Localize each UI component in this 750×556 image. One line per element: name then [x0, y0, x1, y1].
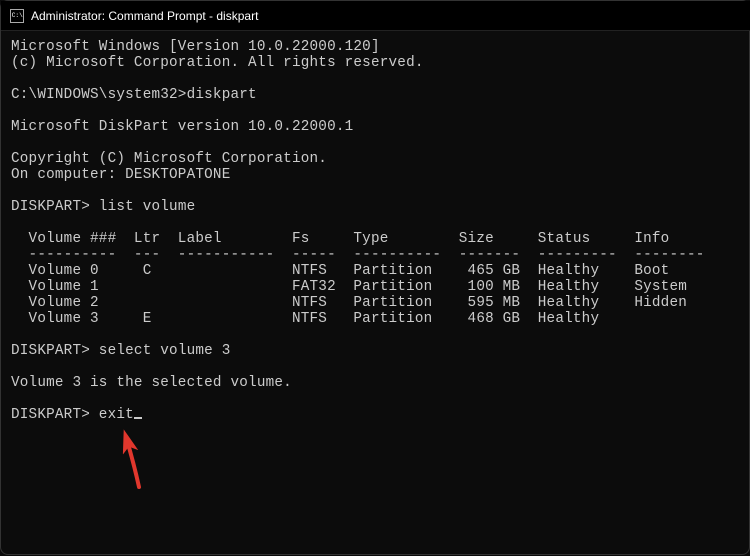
annotation-arrow	[106, 429, 156, 499]
diskpart-prompt: DISKPART>	[11, 407, 99, 423]
prompt-line: C:\WINDOWS\system32>diskpart	[11, 87, 257, 103]
table-row: Volume 3 E NTFS Partition 468 GB Healthy	[11, 311, 599, 327]
window-title: Administrator: Command Prompt - diskpart	[31, 9, 258, 23]
diskpart-prompt: DISKPART>	[11, 199, 99, 215]
terminal-output[interactable]: Microsoft Windows [Version 10.0.22000.12…	[1, 31, 750, 431]
table-separator: ---------- --- ----------- ----- -------…	[11, 247, 705, 263]
table-row: Volume 2 NTFS Partition 595 MB Healthy H…	[11, 295, 687, 311]
cursor	[134, 417, 142, 419]
table-row: Volume 1 FAT32 Partition 100 MB Healthy …	[11, 279, 687, 295]
output-line: Copyright (C) Microsoft Corporation.	[11, 151, 327, 167]
table-row: Volume 0 C NTFS Partition 465 GB Healthy…	[11, 263, 669, 279]
command-text: select volume 3	[99, 343, 231, 359]
command-text: list volume	[99, 199, 196, 215]
cmd-icon: C:\	[9, 8, 25, 24]
window-titlebar[interactable]: C:\ Administrator: Command Prompt - disk…	[1, 1, 750, 31]
output-line: On computer: DESKTOPATONE	[11, 167, 231, 183]
diskpart-prompt: DISKPART>	[11, 343, 99, 359]
svg-text:C:\: C:\	[12, 11, 23, 18]
command-text: exit	[99, 407, 134, 423]
output-line: (c) Microsoft Corporation. All rights re…	[11, 55, 424, 71]
output-line: Microsoft Windows [Version 10.0.22000.12…	[11, 39, 380, 55]
output-line: Microsoft DiskPart version 10.0.22000.1	[11, 119, 353, 135]
table-header: Volume ### Ltr Label Fs Type Size Status…	[11, 231, 669, 247]
output-line: Volume 3 is the selected volume.	[11, 375, 292, 391]
